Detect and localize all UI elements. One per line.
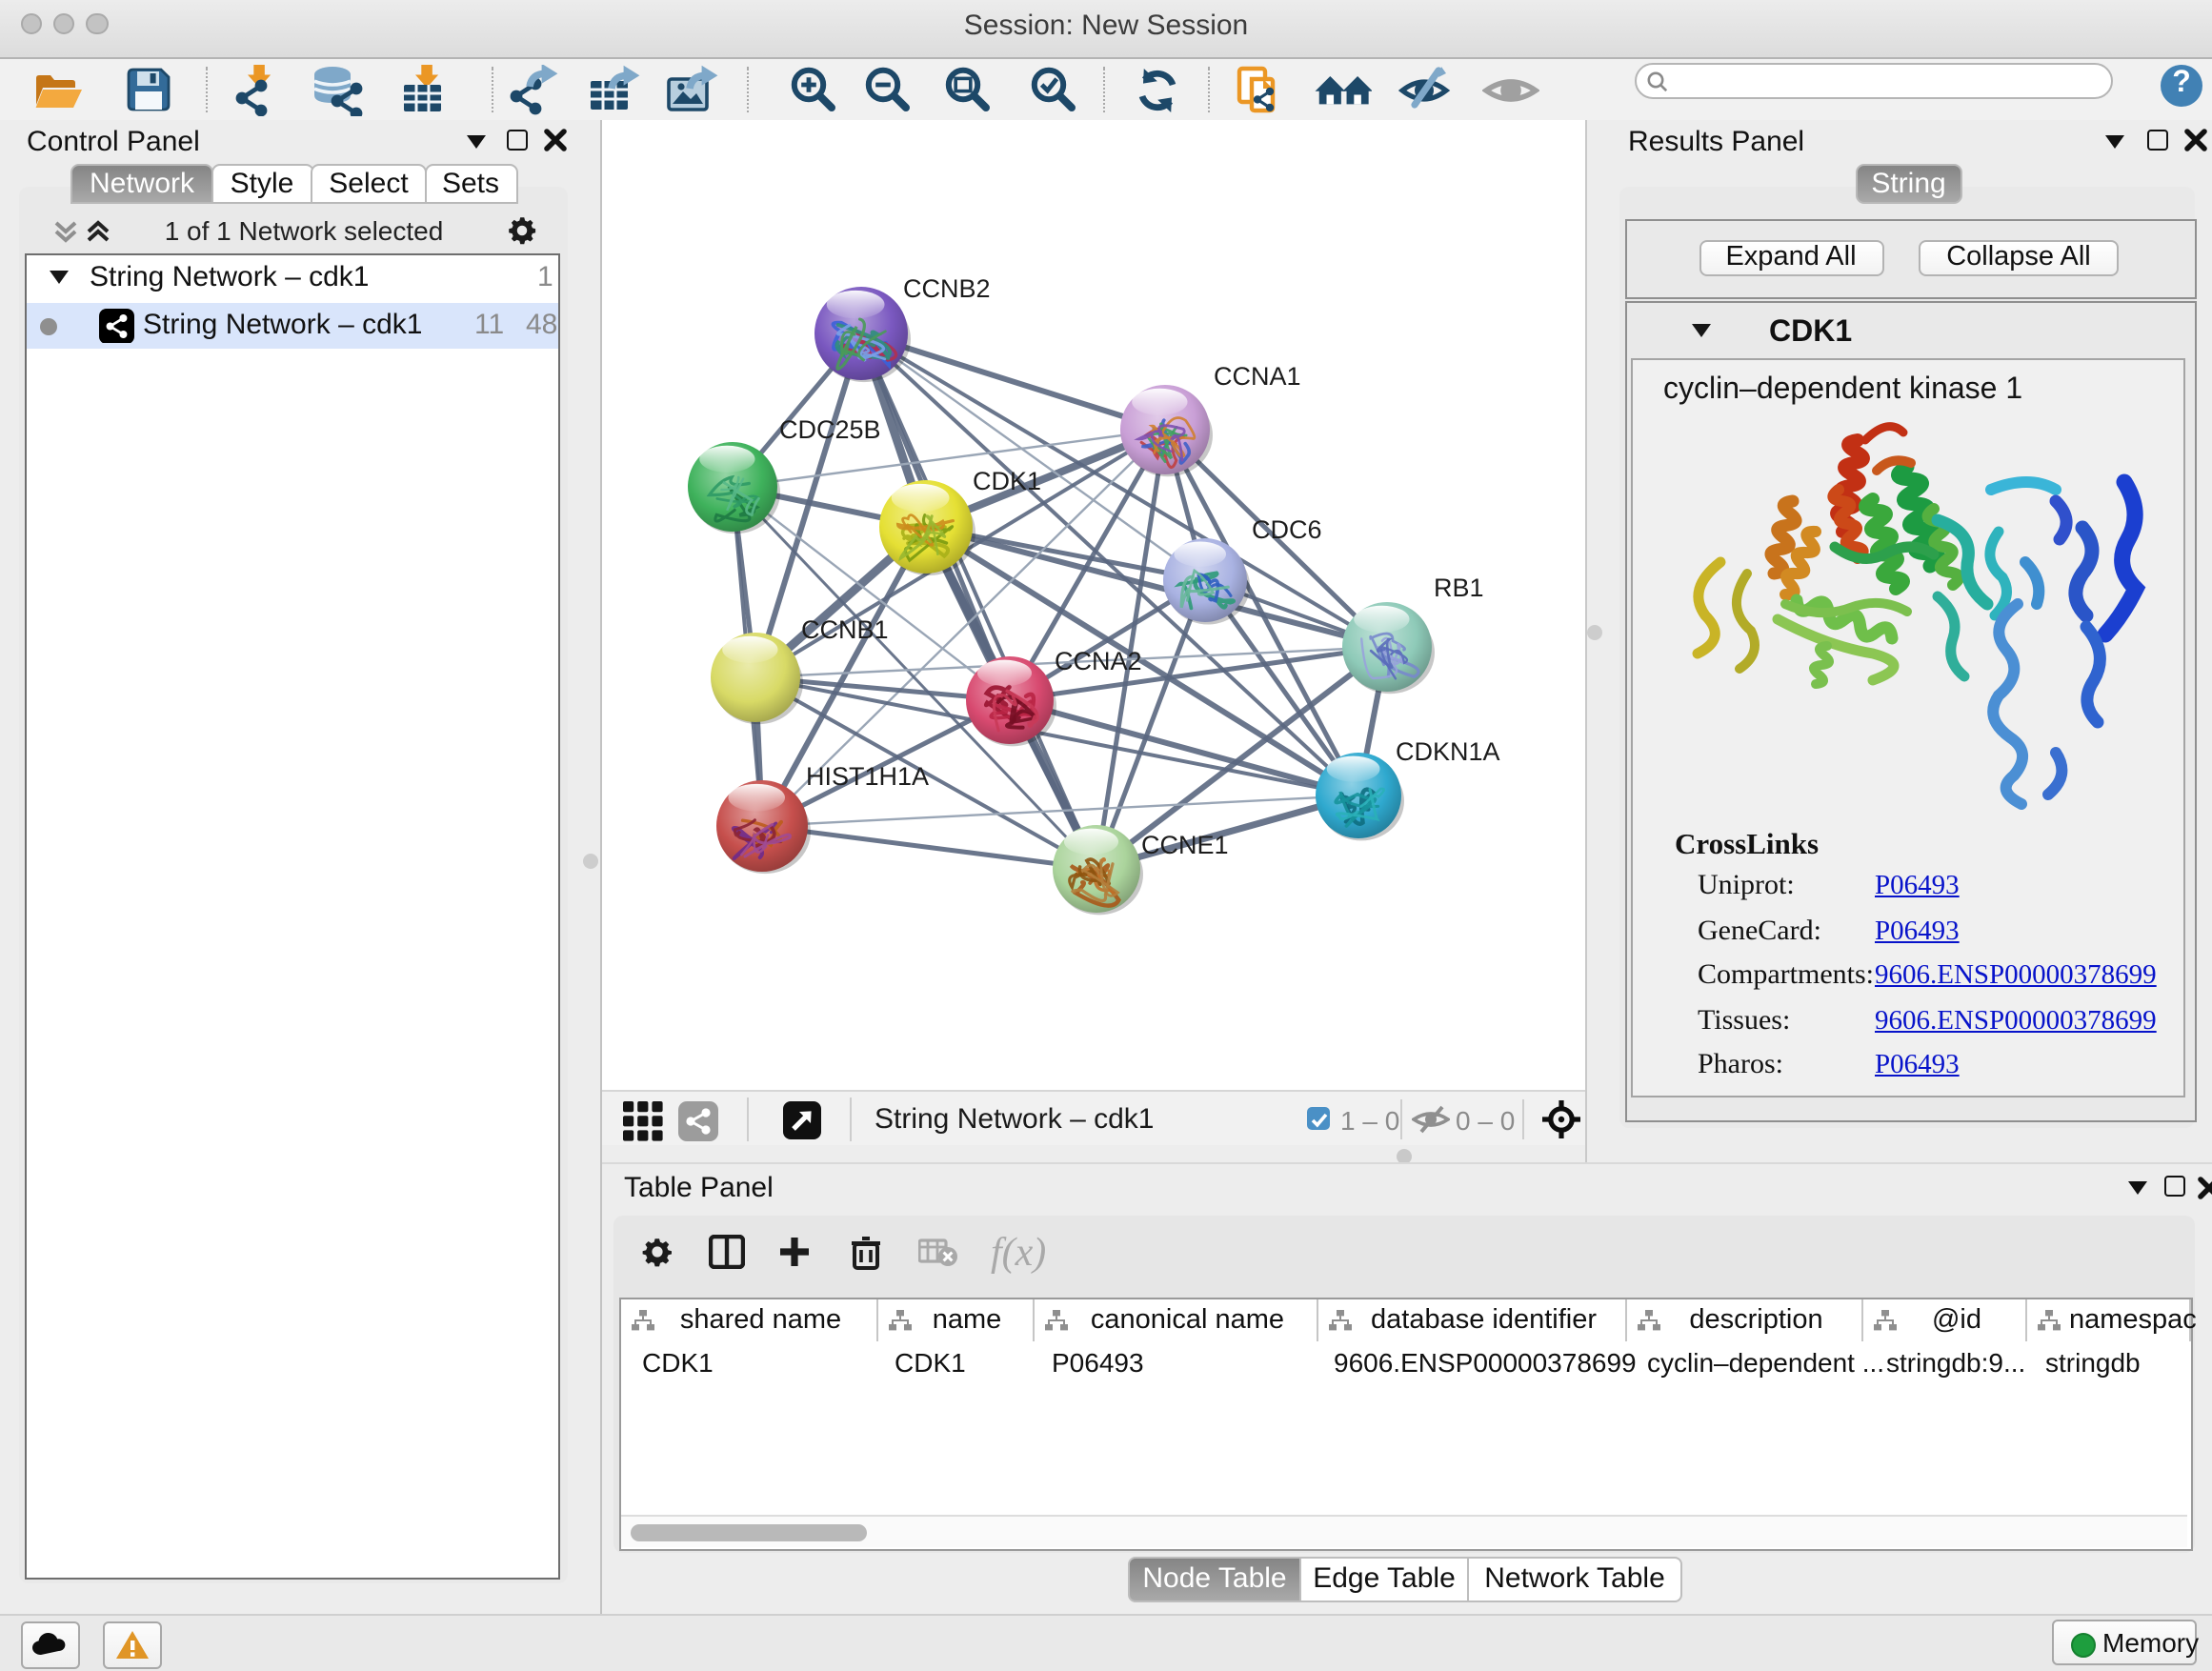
- svg-text:RB1: RB1: [1433, 573, 1483, 601]
- svg-text:CCNE1: CCNE1: [1140, 830, 1228, 858]
- svg-text:CDC25B: CDC25B: [778, 414, 880, 443]
- svg-text:CDC6: CDC6: [1251, 514, 1321, 543]
- svg-text:CCNA2: CCNA2: [1054, 646, 1141, 674]
- svg-text:CCNB2: CCNB2: [902, 273, 990, 302]
- svg-text:HIST1H1A: HIST1H1A: [805, 761, 928, 790]
- svg-text:CCNB1: CCNB1: [800, 614, 888, 643]
- svg-text:CDKN1A: CDKN1A: [1395, 736, 1499, 765]
- svg-text:CCNA1: CCNA1: [1213, 361, 1300, 390]
- svg-text:CDK1: CDK1: [972, 466, 1040, 494]
